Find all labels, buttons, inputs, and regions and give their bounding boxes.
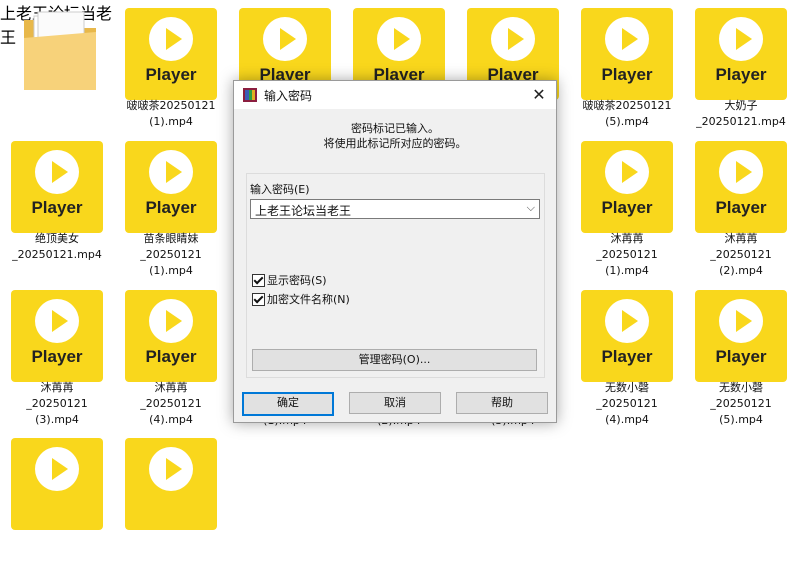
thumb-label: Player xyxy=(715,65,767,84)
file-name: 沐苒苒 _20250121 (2).mp4 xyxy=(710,232,772,277)
show-password-label: 显示密码(S) xyxy=(267,274,327,287)
file-name: 沐苒苒 _20250121 (1).mp4 xyxy=(596,232,658,277)
player-thumbnail: Player xyxy=(125,8,217,100)
thumb-label: Player xyxy=(601,65,653,84)
winrar-icon xyxy=(243,88,257,102)
player-thumbnail xyxy=(125,438,217,530)
play-icon xyxy=(719,299,763,343)
file-name: 无数小磬 _20250121 (4).mp4 xyxy=(596,381,658,426)
password-value: 上老王论坛当老王 xyxy=(255,204,352,218)
play-icon xyxy=(149,17,193,61)
thumb-label: Player xyxy=(145,347,197,366)
play-icon xyxy=(35,299,79,343)
file-name: 沐苒苒 _20250121 (3).mp4 xyxy=(26,381,88,426)
video-file[interactable]: Player 啵啵茶20250121 (1).mp4 xyxy=(114,0,228,150)
thumb-label: Player xyxy=(145,198,197,217)
help-button[interactable]: 帮助 xyxy=(456,392,548,414)
video-file[interactable] xyxy=(0,430,114,580)
player-thumbnail xyxy=(11,438,103,530)
video-file[interactable]: Player 苗条眼睛妹 _20250121 (1).mp4 xyxy=(114,133,228,283)
play-icon xyxy=(605,17,649,61)
thumb-label: Player xyxy=(601,198,653,217)
video-file[interactable]: Player 沐苒苒 _20250121 (1).mp4 xyxy=(570,133,684,283)
play-icon xyxy=(35,150,79,194)
player-thumbnail: Player xyxy=(581,8,673,100)
thumb-label: Player xyxy=(31,347,83,366)
play-icon xyxy=(719,150,763,194)
manage-passwords-button[interactable]: 管理密码(O)... xyxy=(252,349,537,371)
video-file[interactable]: Player 无数小磬 _20250121 (5).mp4 xyxy=(684,282,798,432)
encrypt-names-label: 加密文件名称(N) xyxy=(267,293,350,306)
play-icon xyxy=(491,17,535,61)
folder-item[interactable]: 上老王论坛当老 王 xyxy=(0,0,114,150)
play-icon xyxy=(149,447,193,491)
player-thumbnail: Player xyxy=(695,8,787,100)
play-icon xyxy=(35,447,79,491)
video-file[interactable]: Player 绝顶美女 _20250121.mp4 xyxy=(0,133,114,283)
folder-icon xyxy=(24,11,96,90)
player-thumbnail: Player xyxy=(581,290,673,382)
video-file[interactable]: Player 啵啵茶20250121 (5).mp4 xyxy=(570,0,684,150)
play-icon xyxy=(605,299,649,343)
player-thumbnail: Player xyxy=(695,290,787,382)
password-combobox[interactable]: 上老王论坛当老王 ⌵ xyxy=(250,199,540,219)
file-name: 啵啵茶20250121 (5).mp4 xyxy=(582,99,672,128)
dialog-title: 输入密码 xyxy=(264,89,313,103)
play-icon xyxy=(263,17,307,61)
thumb-label: Player xyxy=(145,65,197,84)
player-thumbnail: Player xyxy=(11,290,103,382)
ok-button[interactable]: 确定 xyxy=(242,392,334,416)
chevron-down-icon[interactable]: ⌵ xyxy=(527,201,535,215)
player-thumbnail: Player xyxy=(125,290,217,382)
file-name: 啵啵茶20250121 (1).mp4 xyxy=(126,99,216,128)
player-thumbnail: Player xyxy=(11,141,103,233)
thumb-label: Player xyxy=(715,198,767,217)
player-thumbnail: Player xyxy=(125,141,217,233)
video-file[interactable]: Player 无数小磬 _20250121 (4).mp4 xyxy=(570,282,684,432)
file-name: 苗条眼睛妹 _20250121 (1).mp4 xyxy=(140,232,202,277)
file-name: 绝顶美女 _20250121.mp4 xyxy=(12,232,102,261)
thumb-label: Player xyxy=(31,198,83,217)
file-name: 大奶子 _20250121.mp4 xyxy=(696,99,786,128)
video-file[interactable]: Player 沐苒苒 _20250121 (2).mp4 xyxy=(684,133,798,283)
video-file[interactable]: Player 沐苒苒 _20250121 (3).mp4 xyxy=(0,282,114,432)
password-label: 输入密码(E) xyxy=(250,183,310,196)
play-icon xyxy=(149,150,193,194)
cancel-button[interactable]: 取消 xyxy=(349,392,441,414)
info-text: 密码标记已输入。 将使用此标记所对应的密码。 xyxy=(323,122,467,150)
play-icon xyxy=(149,299,193,343)
password-dialog: 输入密码 ✕ 密码标记已输入。 将使用此标记所对应的密码。 输入密码(E) 上老… xyxy=(233,80,557,423)
show-password-checkbox[interactable] xyxy=(252,274,265,287)
play-icon xyxy=(605,150,649,194)
thumb-label: Player xyxy=(715,347,767,366)
player-thumbnail: Player xyxy=(581,141,673,233)
play-icon xyxy=(377,17,421,61)
file-name: 无数小磬 _20250121 (5).mp4 xyxy=(710,381,772,426)
thumb-label: Player xyxy=(601,347,653,366)
file-name: 沐苒苒 _20250121 (4).mp4 xyxy=(140,381,202,426)
player-thumbnail: Player xyxy=(695,141,787,233)
video-file[interactable]: Player 沐苒苒 _20250121 (4).mp4 xyxy=(114,282,228,432)
close-icon[interactable]: ✕ xyxy=(522,81,556,109)
dialog-titlebar: 输入密码 ✕ xyxy=(234,81,556,109)
video-file[interactable]: Player 大奶子 _20250121.mp4 xyxy=(684,0,798,150)
play-icon xyxy=(719,17,763,61)
encrypt-names-checkbox[interactable] xyxy=(252,293,265,306)
video-file[interactable] xyxy=(114,430,228,580)
